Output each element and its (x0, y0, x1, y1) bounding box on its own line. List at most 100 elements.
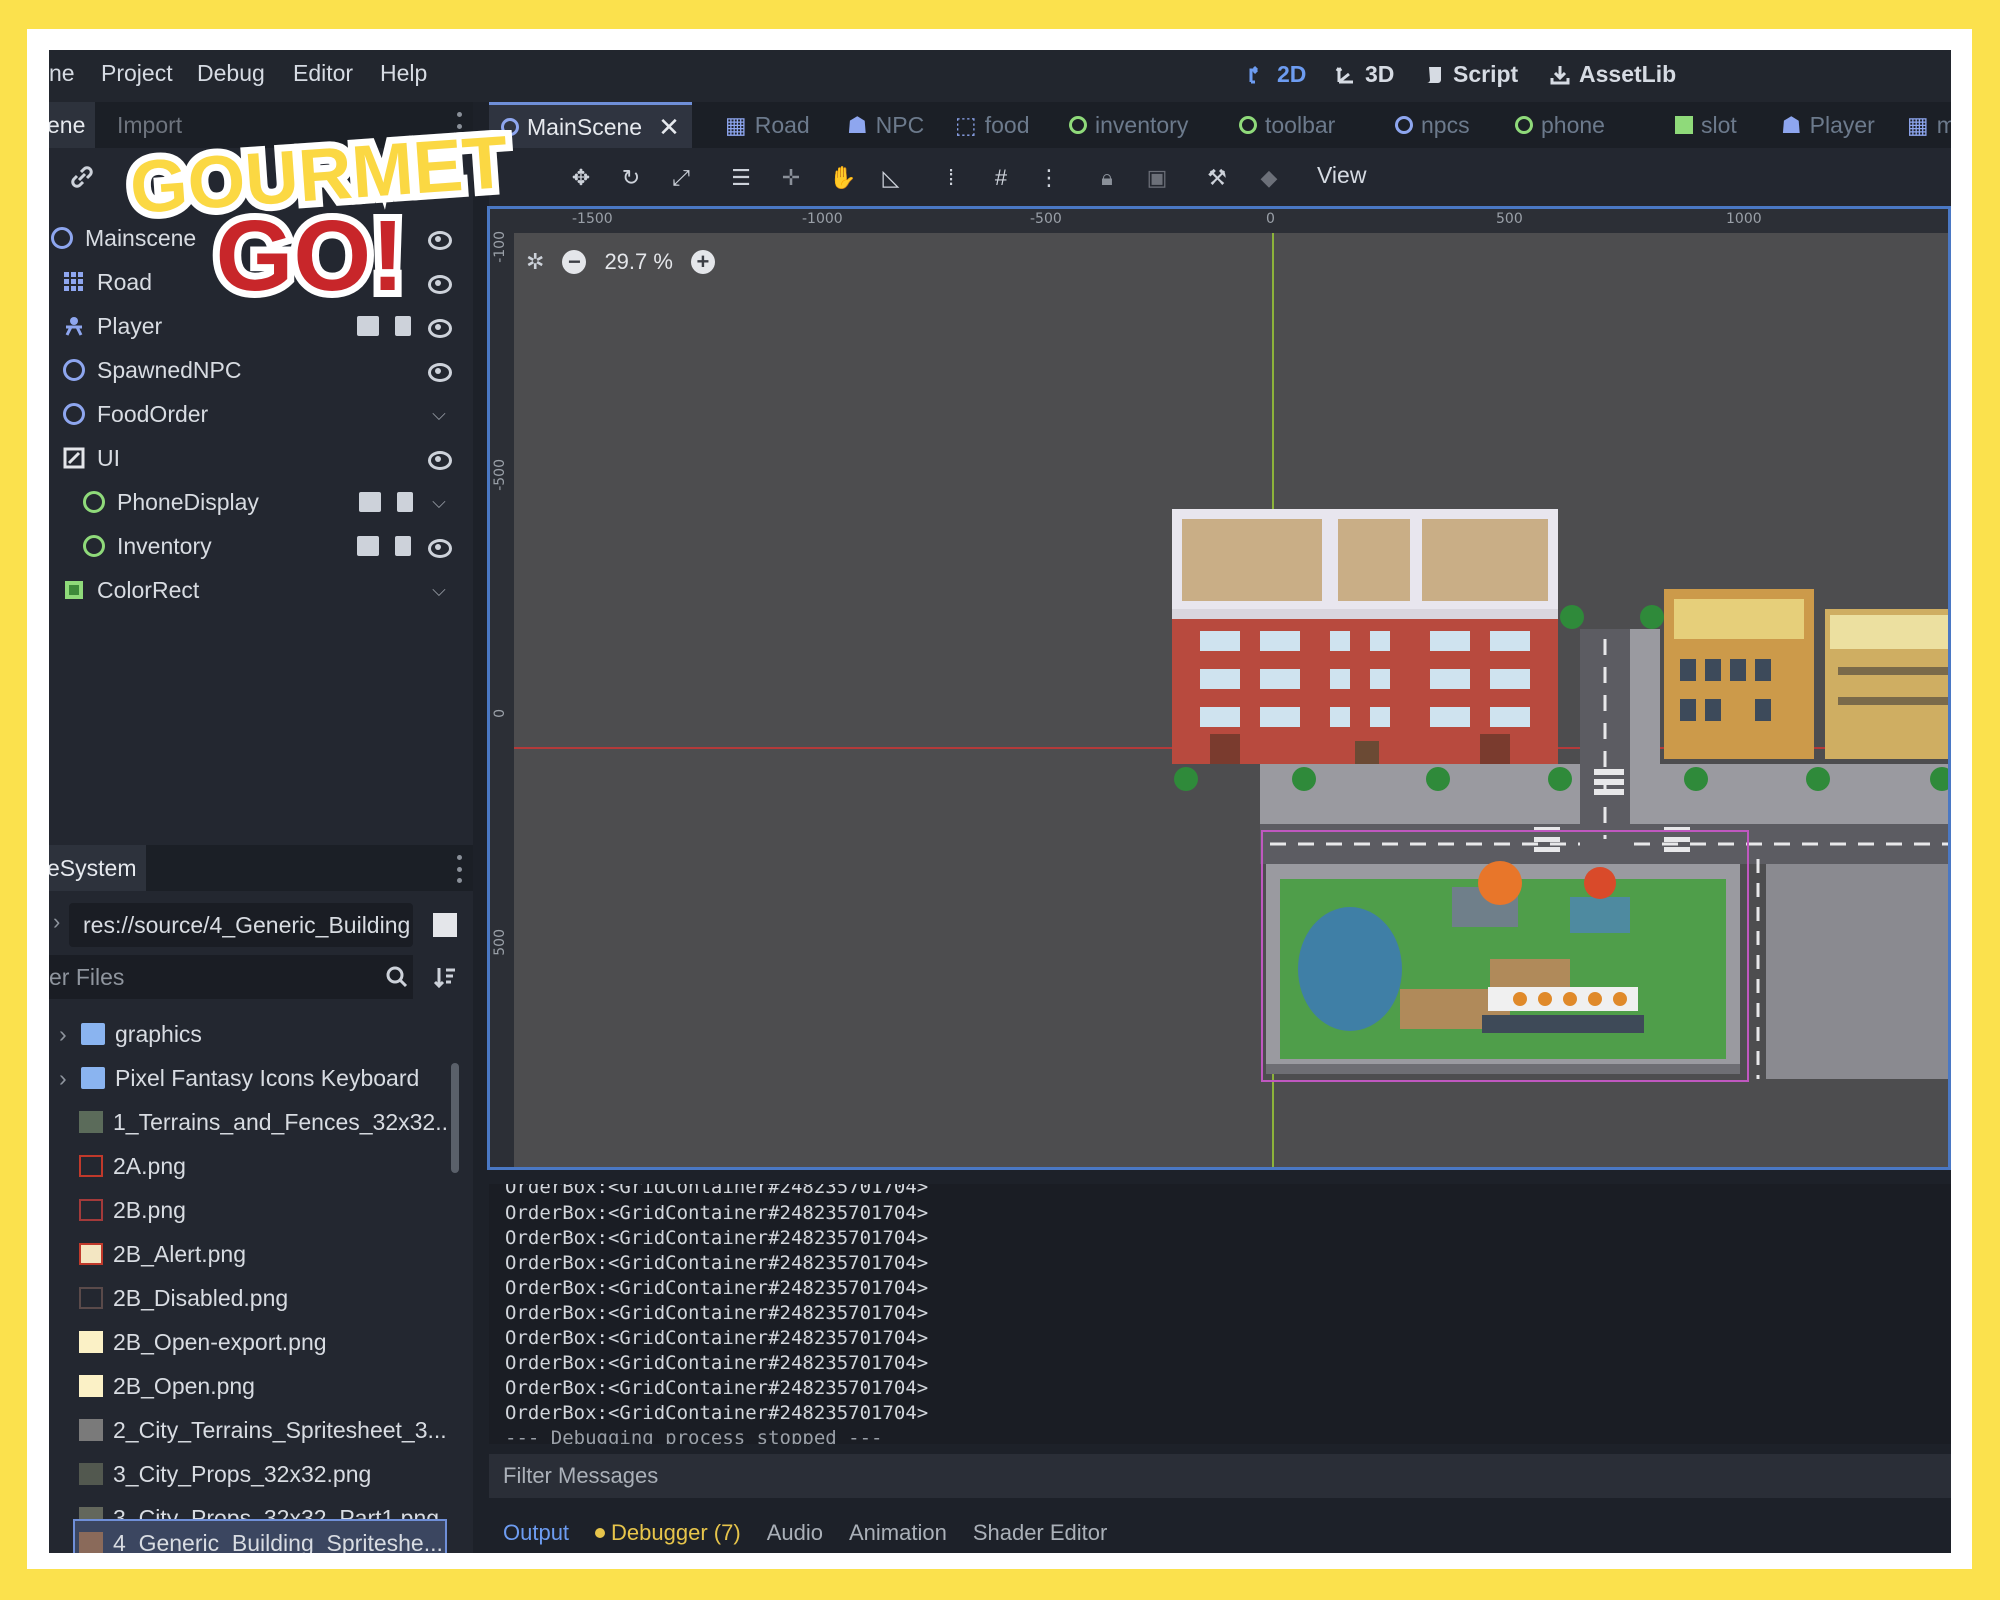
file-row-terrains[interactable]: 1_Terrains_and_Fences_32x32... (49, 1100, 449, 1144)
tree-node-foodorder[interactable]: FoodOrder ⌵ (49, 392, 473, 436)
skeleton-icon[interactable]: ⚒ (1205, 166, 1229, 190)
character-icon: ☗ (847, 112, 868, 138)
menu-editor[interactable]: Editor (293, 60, 353, 87)
smart-snap-icon[interactable]: ⁞ (939, 166, 963, 190)
tree-node-spawnednpc[interactable]: SpawnedNPC (49, 348, 473, 392)
chevron-right-icon[interactable]: › (59, 1021, 81, 1048)
split-view-icon[interactable] (433, 913, 457, 937)
tree-node-phonedisplay[interactable]: PhoneDisplay ⌵ (49, 480, 473, 524)
ruler-tool-icon[interactable]: ◺ (879, 166, 903, 190)
tab-debugger[interactable]: Debugger (7) (595, 1520, 741, 1546)
file-row-pixel-fantasy[interactable]: › Pixel Fantasy Icons Keyboard (49, 1056, 449, 1100)
tab-shader-editor[interactable]: Shader Editor (973, 1520, 1108, 1546)
tab-audio[interactable]: Audio (767, 1520, 823, 1546)
chevron-right-icon[interactable]: › (59, 1065, 81, 1092)
image-thumbnail-icon (79, 1331, 103, 1353)
lock-icon[interactable]: 🔒︎ (1095, 166, 1119, 190)
file-row-city-terrains[interactable]: 2_City_Terrains_Spritesheet_3... (49, 1408, 449, 1452)
mode-script-button[interactable]: Script (1423, 61, 1518, 88)
ruler-tick-label: 0 (492, 709, 508, 718)
image-thumbnail-icon (79, 1243, 103, 1265)
file-row-2b-open[interactable]: 2B_Open.png (49, 1364, 449, 1408)
link-icon[interactable] (69, 164, 95, 190)
menu-project[interactable]: Project (101, 60, 173, 87)
file-row-2b-disabled[interactable]: 2B_Disabled.png (49, 1276, 449, 1320)
move-tool-icon[interactable]: ✥ (569, 166, 593, 190)
tab-food[interactable]: ⬚ food (955, 102, 1030, 148)
group-icon[interactable]: ▣ (1145, 166, 1169, 190)
tab-phone[interactable]: phone (1515, 102, 1605, 148)
chevron-right-icon[interactable]: › (53, 909, 60, 935)
clapperboard-icon[interactable] (357, 316, 379, 336)
tab-scene[interactable]: ene (49, 102, 96, 148)
filesystem-scrollbar[interactable] (451, 1063, 459, 1173)
menu-help[interactable]: Help (380, 60, 427, 87)
canvas-layer-icon (63, 447, 85, 469)
visibility-eye-icon[interactable] (427, 447, 452, 470)
zoom-in-icon[interactable]: + (690, 250, 715, 274)
tree-node-player[interactable]: Player (49, 304, 473, 348)
file-name: Pixel Fantasy Icons Keyboard (115, 1064, 420, 1091)
tab-output[interactable]: Output (503, 1520, 569, 1546)
zoom-out-icon[interactable]: − (562, 250, 587, 274)
mode-assetlib-button[interactable]: AssetLib (1549, 61, 1676, 88)
scale-tool-icon[interactable]: ⤢ (669, 166, 693, 190)
tree-node-ui[interactable]: UI (49, 436, 473, 480)
path-field[interactable]: res://source/4_Generic_Building (69, 903, 413, 947)
filesystem-menu-icon[interactable] (457, 855, 463, 883)
tab-toolbar[interactable]: toolbar (1239, 102, 1335, 148)
grid-snap-icon[interactable]: # (989, 166, 1013, 190)
tab-road[interactable]: ▦ Road (725, 102, 810, 148)
zoom-level[interactable]: 29.7 % (604, 249, 673, 275)
view-menu-button[interactable]: View (1317, 162, 1366, 189)
tab-inventory[interactable]: inventory (1069, 102, 1188, 148)
2d-viewport[interactable]: -1500 -1000 -500 0 500 1000 -100 -500 0 … (487, 206, 1951, 1170)
tab-slot[interactable]: slot (1675, 102, 1737, 148)
file-name: graphics (115, 1020, 202, 1047)
file-row-city-props[interactable]: 3_City_Props_32x32.png (49, 1452, 449, 1496)
file-name: 2B_Alert.png (113, 1240, 246, 1267)
close-icon[interactable]: ✕ (658, 104, 680, 150)
tab-filesystem[interactable]: eSystem (49, 845, 147, 891)
file-row-2b[interactable]: 2B.png (49, 1188, 449, 1232)
tree-node-colorrect[interactable]: ColorRect ⌵ (49, 568, 473, 612)
chevron-down-icon[interactable]: ⌵ (429, 492, 449, 512)
tab-player[interactable]: ☗ Player (1781, 102, 1875, 148)
file-row-generic-building[interactable]: 4_Generic_Building_Spriteshe... (73, 1519, 447, 1553)
script-icon[interactable] (397, 492, 413, 512)
script-icon[interactable] (395, 316, 411, 336)
rotate-tool-icon[interactable]: ↻ (619, 166, 643, 190)
tab-npc[interactable]: ☗ NPC (847, 102, 924, 148)
file-row-graphics[interactable]: › graphics (49, 1012, 449, 1056)
filter-messages-input[interactable]: Filter Messages (489, 1454, 1951, 1498)
menu-debug[interactable]: Debug (197, 60, 265, 87)
filter-files-input[interactable]: er Files (49, 955, 413, 999)
file-row-2b-alert[interactable]: 2B_Alert.png (49, 1232, 449, 1276)
script-icon[interactable] (395, 536, 411, 556)
pan-tool-icon[interactable]: ✋ (829, 166, 856, 190)
mode-3d-button[interactable]: 3D (1335, 61, 1394, 88)
snap-options-icon[interactable]: ⋮ (1037, 166, 1061, 190)
visibility-eye-icon[interactable] (427, 315, 452, 338)
tab-npcs[interactable]: npcs (1395, 102, 1470, 148)
chevron-down-icon[interactable]: ⌵ (429, 580, 449, 600)
mode-2d-button[interactable]: 2D (1247, 61, 1306, 88)
clapperboard-icon[interactable] (357, 536, 379, 556)
file-row-2a[interactable]: 2A.png (49, 1144, 449, 1188)
menu-scene[interactable]: ne (49, 60, 75, 87)
search-icon[interactable] (385, 965, 409, 989)
tab-animation[interactable]: Animation (849, 1520, 947, 1546)
list-select-icon[interactable]: ☰ (729, 166, 753, 190)
pivot-tool-icon[interactable]: ✛ (779, 166, 803, 190)
visibility-eye-icon[interactable] (427, 359, 452, 382)
image-thumbnail-icon (79, 1419, 103, 1441)
camera-override-icon[interactable]: ◆ (1257, 166, 1281, 190)
tab-map[interactable]: ▦ map (1907, 102, 1951, 148)
tilemap-icon: ▦ (1907, 112, 1929, 138)
clapperboard-icon[interactable] (359, 492, 381, 512)
tree-node-inventory[interactable]: Inventory (49, 524, 473, 568)
chevron-down-icon[interactable]: ⌵ (429, 404, 449, 424)
file-row-2b-open-export[interactable]: 2B_Open-export.png (49, 1320, 449, 1364)
sort-icon[interactable] (433, 965, 457, 989)
visibility-eye-icon[interactable] (427, 535, 452, 558)
